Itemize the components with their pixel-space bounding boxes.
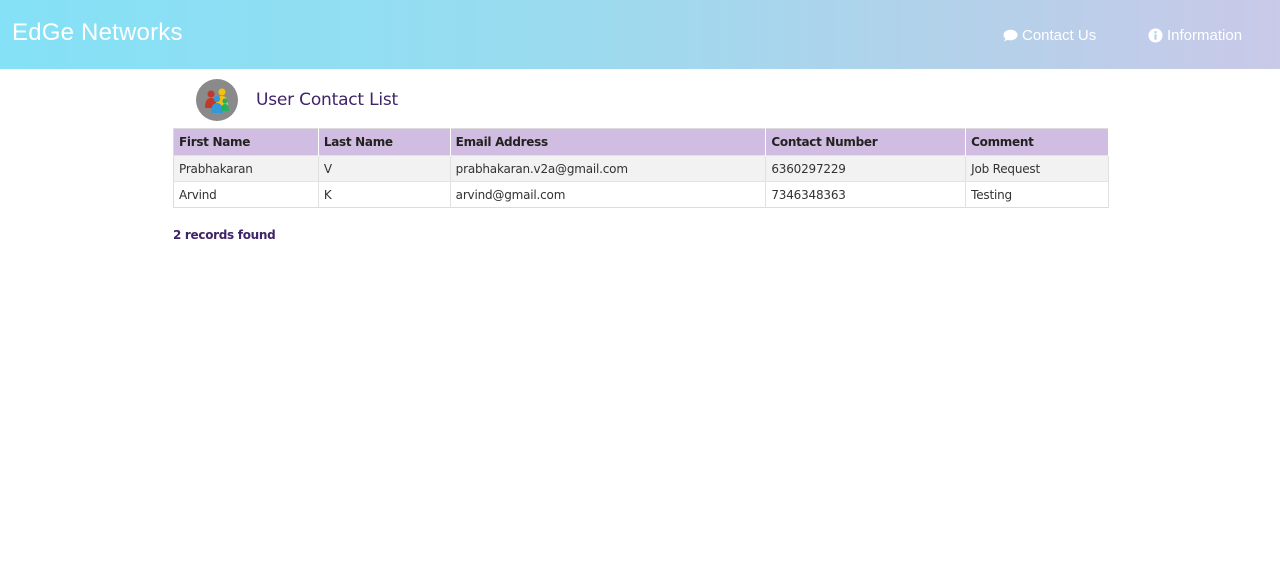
info-circle-icon <box>1148 28 1163 43</box>
column-header-first-name[interactable]: First Name <box>173 128 319 156</box>
nav-contact-us-label: Contact Us <box>1022 26 1097 44</box>
record-count-text: 2 records found <box>173 228 276 242</box>
cell-comment: Job Request <box>965 155 1109 182</box>
cell-contact-number: 7346348363 <box>765 181 967 208</box>
comment-icon <box>1003 29 1018 42</box>
users-group-icon <box>196 79 238 121</box>
brand-logo-text[interactable]: EdGe Networks <box>12 19 183 47</box>
cell-last-name: V <box>318 155 451 182</box>
contact-list-table: First Name Last Name Email Address Conta… <box>173 128 1109 208</box>
column-header-email[interactable]: Email Address <box>450 128 767 156</box>
cell-last-name: K <box>318 181 451 208</box>
column-header-contact-number[interactable]: Contact Number <box>765 128 967 156</box>
top-navbar: EdGe Networks Contact Us Information <box>0 0 1280 69</box>
cell-first-name: Prabhakaran <box>173 155 319 182</box>
nav-information-label: Information <box>1167 26 1243 44</box>
table-row[interactable]: Prabhakaran V prabhakaran.v2a@gmail.com … <box>173 155 1109 182</box>
cell-contact-number: 6360297229 <box>765 155 967 182</box>
column-header-last-name[interactable]: Last Name <box>318 128 451 156</box>
cell-email: arvind@gmail.com <box>450 181 767 208</box>
table-row[interactable]: Arvind K arvind@gmail.com 7346348363 Tes… <box>173 181 1109 208</box>
cell-comment: Testing <box>965 181 1109 208</box>
page-title: User Contact List <box>256 90 399 110</box>
table-header-row: First Name Last Name Email Address Conta… <box>173 128 1109 156</box>
nav-information-link[interactable]: Information <box>1148 25 1242 45</box>
cell-first-name: Arvind <box>173 181 319 208</box>
column-header-comment[interactable]: Comment <box>965 128 1109 156</box>
nav-contact-us-link[interactable]: Contact Us <box>1003 25 1096 45</box>
cell-email: prabhakaran.v2a@gmail.com <box>450 155 767 182</box>
page-heading: User Contact List <box>196 79 398 121</box>
